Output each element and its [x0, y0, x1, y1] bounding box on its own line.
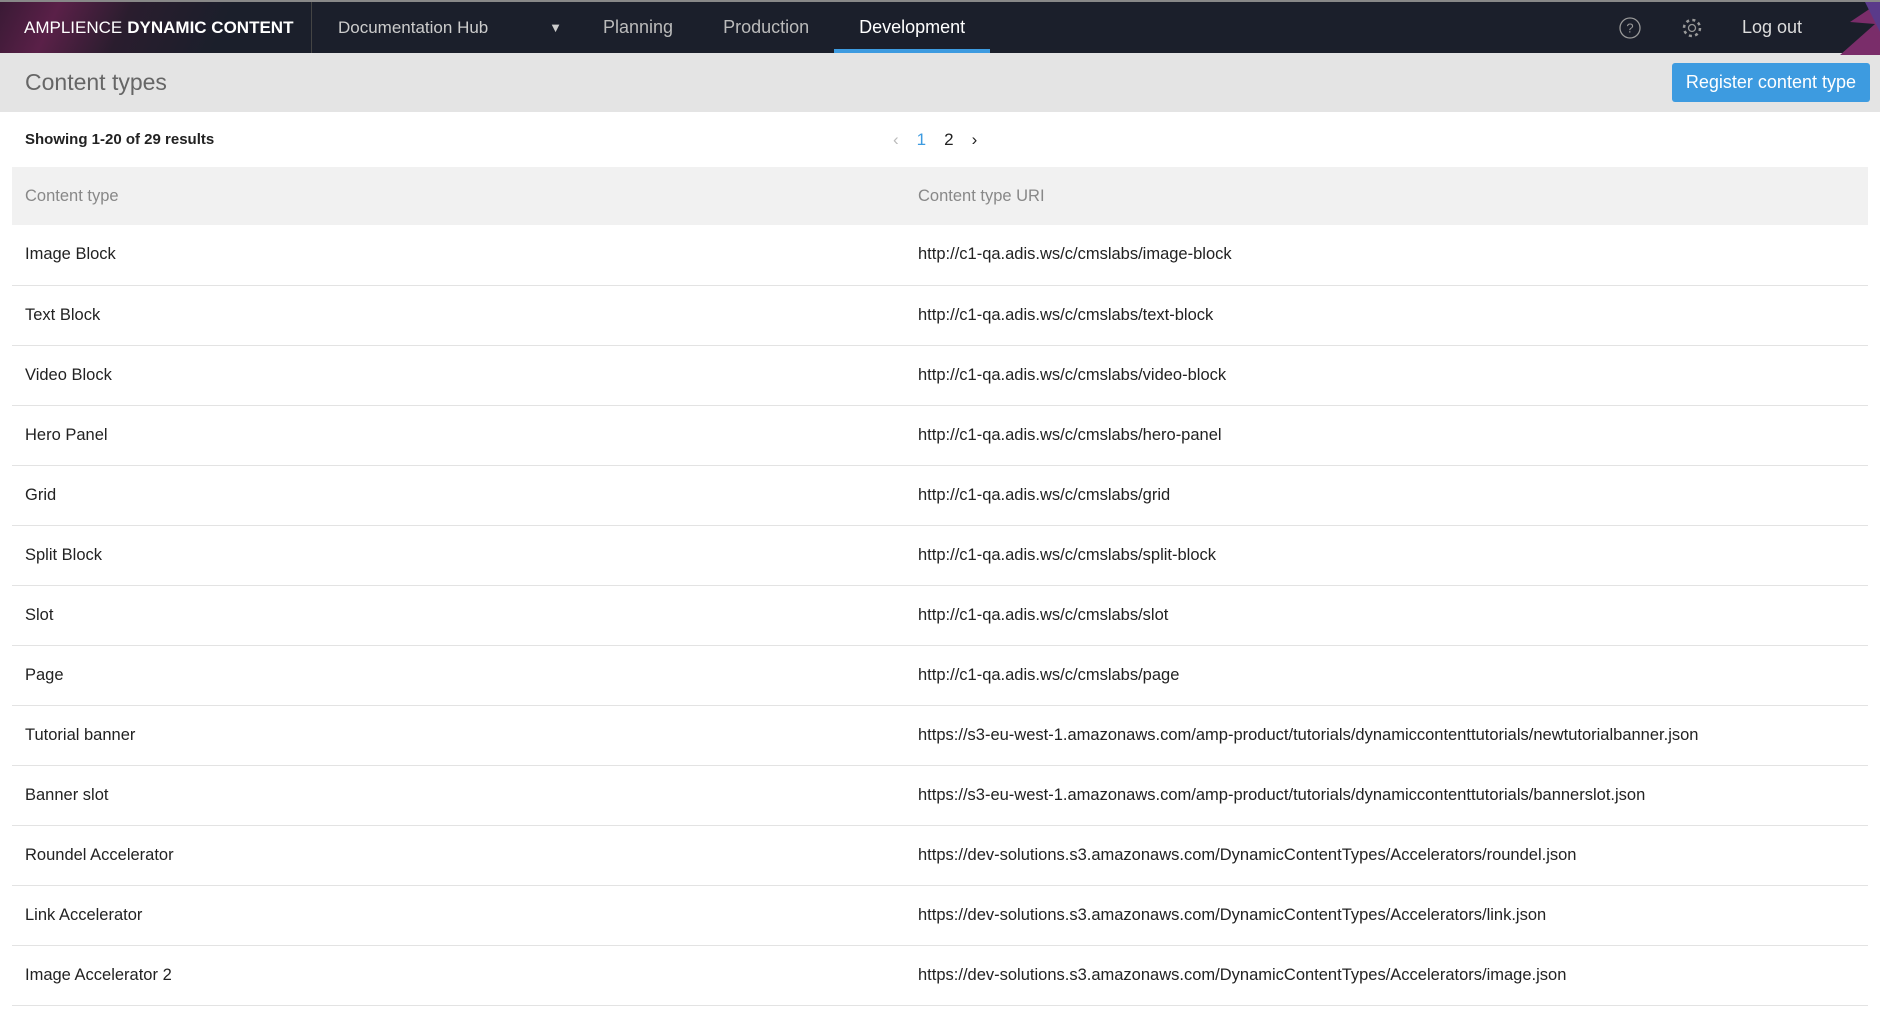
- content-type-name: Image Accelerator 2: [12, 945, 905, 1006]
- next-page-icon[interactable]: ›: [972, 130, 978, 150]
- content-type-uri: http://c1-qa.adis.ws/c/cmslabs/slot: [905, 585, 1868, 646]
- content-type-name: Page: [12, 645, 905, 706]
- content-type-uri: https://dev-solutions.s3.amazonaws.com/D…: [905, 885, 1868, 946]
- table-row[interactable]: Tutorial banner https://s3-eu-west-1.amaz…: [12, 705, 1868, 766]
- content-type-uri: https://s3-eu-west-1.amazonaws.com/amp-p…: [905, 765, 1868, 826]
- content-type-uri: https://dev-solutions.s3.amazonaws.com/D…: [905, 825, 1868, 886]
- content-type-name: Banner slot: [12, 765, 905, 826]
- content-type-name: Hero Panel: [12, 405, 905, 466]
- svg-text:?: ?: [1626, 20, 1633, 35]
- prev-page-icon[interactable]: ‹: [893, 130, 899, 150]
- content-type-name: Text Block: [12, 285, 905, 346]
- top-nav: AMPLIENCE DYNAMIC CONTENT Documentation H…: [0, 0, 1880, 55]
- table-row[interactable]: Page http://c1-qa.adis.ws/c/cmslabs/page: [12, 645, 1868, 706]
- logout-link[interactable]: Log out: [1742, 17, 1802, 38]
- content-type-name: Split Block: [12, 525, 905, 586]
- tab-production[interactable]: Production: [698, 2, 834, 53]
- results-count: Showing 1-20 of 29 results: [25, 131, 215, 148]
- column-header-uri[interactable]: Content type URI: [905, 167, 1868, 225]
- table-row[interactable]: Split Block http://c1-qa.adis.ws/c/cmslab…: [12, 525, 1868, 586]
- table-row[interactable]: Video Block http://c1-qa.adis.ws/c/cmslab…: [12, 345, 1868, 406]
- content-types-table: Content type Content type URI Image Block…: [12, 167, 1868, 1006]
- brand-logo[interactable]: AMPLIENCE DYNAMIC CONTENT: [0, 2, 312, 53]
- table-row[interactable]: Image Block http://c1-qa.adis.ws/c/cmslab…: [12, 225, 1868, 286]
- content-type-uri: http://c1-qa.adis.ws/c/cmslabs/hero-pane…: [905, 405, 1868, 466]
- column-header-content-type[interactable]: Content type: [12, 167, 905, 225]
- register-content-type-button[interactable]: Register content type: [1671, 63, 1870, 102]
- brand-star-decoration: [1840, 2, 1880, 55]
- table-row[interactable]: Text Block http://c1-qa.adis.ws/c/cmslabs…: [12, 285, 1868, 346]
- table-row[interactable]: Link Accelerator https://dev-solutions.s3…: [12, 885, 1868, 946]
- content-type-uri: http://c1-qa.adis.ws/c/cmslabs/text-bloc…: [905, 285, 1868, 346]
- content-type-name: Roundel Accelerator: [12, 825, 905, 886]
- page-title: Content types: [25, 69, 167, 95]
- content-type-name: Slot: [12, 585, 905, 646]
- content-type-uri: https://dev-solutions.s3.amazonaws.com/D…: [905, 945, 1868, 1006]
- table-row[interactable]: Roundel Accelerator https://dev-solutions…: [12, 825, 1868, 886]
- content-type-uri: http://c1-qa.adis.ws/c/cmslabs/split-blo…: [905, 525, 1868, 586]
- content-type-name: Video Block: [12, 345, 905, 406]
- table-row[interactable]: Slot http://c1-qa.adis.ws/c/cmslabs/slot: [12, 585, 1868, 646]
- table-row[interactable]: Grid http://c1-qa.adis.ws/c/cmslabs/grid: [12, 465, 1868, 526]
- content-type-uri: http://c1-qa.adis.ws/c/cmslabs/video-blo…: [905, 345, 1868, 406]
- table-row[interactable]: Hero Panel http://c1-qa.adis.ws/c/cmslabs…: [12, 405, 1868, 466]
- content-type-uri: https://s3-eu-west-1.amazonaws.com/amp-p…: [905, 705, 1868, 766]
- page-1[interactable]: 1: [917, 130, 926, 150]
- page-2[interactable]: 2: [944, 130, 953, 150]
- content-type-uri: http://c1-qa.adis.ws/c/cmslabs/page: [905, 645, 1868, 706]
- content-type-uri: http://c1-qa.adis.ws/c/cmslabs/image-blo…: [905, 225, 1868, 286]
- gear-icon[interactable]: [1680, 16, 1704, 40]
- tab-development[interactable]: Development: [834, 2, 991, 53]
- content-type-name: Tutorial banner: [12, 705, 905, 766]
- content-type-uri: http://c1-qa.adis.ws/c/cmslabs/grid: [905, 465, 1868, 526]
- help-circle-icon[interactable]: ?: [1618, 16, 1642, 40]
- table-row[interactable]: Banner slot https://s3-eu-west-1.amazonaw…: [12, 765, 1868, 826]
- caret-down-icon: ▼: [549, 20, 562, 35]
- hub-selector[interactable]: Documentation Hub ▼: [312, 18, 562, 38]
- content-type-name: Grid: [12, 465, 905, 526]
- page-header: Content types Register content type: [0, 53, 1880, 112]
- table-row[interactable]: Image Accelerator 2 https://dev-solutions…: [12, 945, 1868, 1006]
- pagination: ‹ 1 2 ›: [893, 130, 977, 150]
- tab-planning[interactable]: Planning: [578, 2, 698, 53]
- content-type-name: Link Accelerator: [12, 885, 905, 946]
- content-type-name: Image Block: [12, 225, 905, 286]
